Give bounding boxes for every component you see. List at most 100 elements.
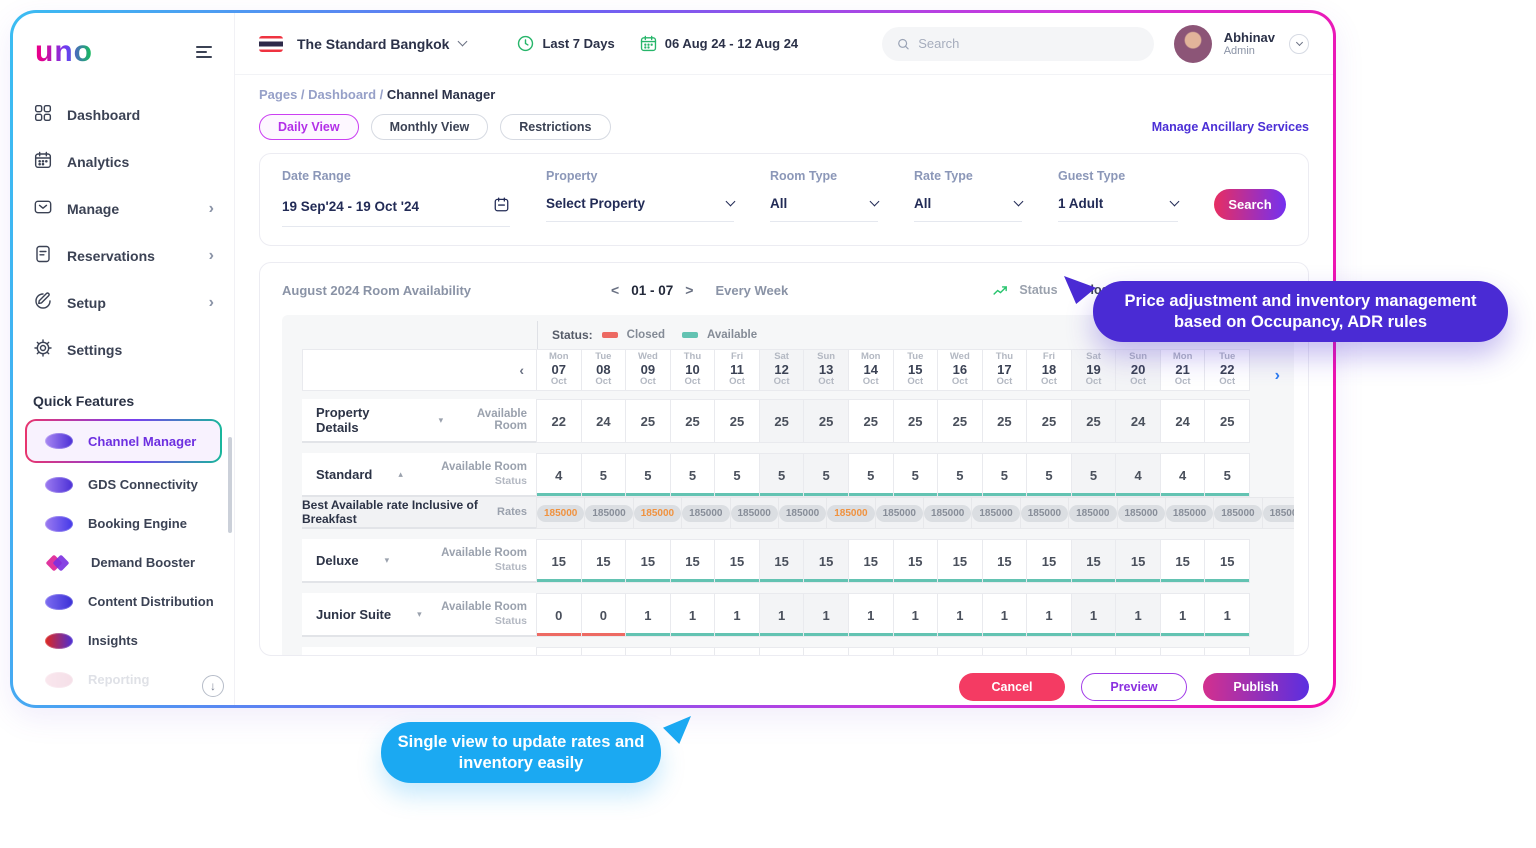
property-cell-12[interactable]: 25: [759, 399, 805, 443]
standard-cell-14[interactable]: 5: [848, 453, 894, 497]
caret-icon[interactable]: ▾: [385, 555, 390, 566]
filter-value-guest-type[interactable]: 1 Adult: [1058, 196, 1178, 222]
rate-cell-08[interactable]: 185000: [584, 497, 633, 529]
deluxe-cell-13[interactable]: 15: [803, 539, 849, 583]
junior-cell-11[interactable]: 1: [714, 593, 760, 637]
rate-cell-18[interactable]: 185000: [1068, 497, 1117, 529]
quick-feature-insights[interactable]: Insights: [13, 621, 234, 660]
property-cell-19[interactable]: 25: [1071, 399, 1117, 443]
cancel-button[interactable]: Cancel: [959, 673, 1065, 701]
property-cell-08[interactable]: 24: [581, 399, 627, 443]
standard-cell-21[interactable]: 4: [1160, 453, 1206, 497]
deluxe-cell-07[interactable]: 15: [536, 539, 582, 583]
avatar[interactable]: [1174, 25, 1212, 63]
property-cell-20[interactable]: 24: [1115, 399, 1161, 443]
standard-cell-15[interactable]: 5: [893, 453, 939, 497]
junior-cell-08[interactable]: 0: [581, 593, 627, 637]
standard-cell-08[interactable]: 5: [581, 453, 627, 497]
deluxe-cell-22[interactable]: 15: [1204, 539, 1250, 583]
junior-cell-12[interactable]: 1: [759, 593, 805, 637]
deluxe-cell-17[interactable]: 15: [982, 539, 1028, 583]
deluxe-cell-10[interactable]: 15: [670, 539, 716, 583]
deluxe-cell-21[interactable]: 15: [1160, 539, 1206, 583]
header-date-range[interactable]: 06 Aug 24 - 12 Aug 24: [639, 34, 798, 53]
quick-feature-gds-connectivity[interactable]: GDS Connectivity: [13, 465, 234, 504]
rate-cell-09[interactable]: 185000: [633, 497, 682, 529]
tab-daily-view[interactable]: Daily View: [259, 114, 359, 140]
quick-feature-reporting[interactable]: Reporting: [13, 660, 234, 699]
standard-cell-17[interactable]: 5: [982, 453, 1028, 497]
standard-cell-18[interactable]: 5: [1026, 453, 1072, 497]
standard-cell-12[interactable]: 5: [759, 453, 805, 497]
property-cell-22[interactable]: 25: [1204, 399, 1250, 443]
filter-value-property[interactable]: Select Property: [546, 196, 734, 222]
quick-feature-content-distribution[interactable]: Content Distribution: [13, 582, 234, 621]
menu-toggle-icon[interactable]: [196, 43, 212, 61]
rate-cell-17[interactable]: 185000: [1020, 497, 1069, 529]
rate-cell-11[interactable]: 185000: [730, 497, 779, 529]
property-cell-13[interactable]: 25: [803, 399, 849, 443]
rate-cell-19[interactable]: 185000: [1117, 497, 1166, 529]
search-button[interactable]: Search: [1214, 189, 1286, 220]
property-cell-17[interactable]: 25: [982, 399, 1028, 443]
deluxe-cell-18[interactable]: 15: [1026, 539, 1072, 583]
rate-cell-10[interactable]: 185000: [681, 497, 730, 529]
property-cell-14[interactable]: 25: [848, 399, 894, 443]
deluxe-cell-12[interactable]: 15: [759, 539, 805, 583]
deluxe-cell-11[interactable]: 15: [714, 539, 760, 583]
deluxe-cell-09[interactable]: 15: [625, 539, 671, 583]
property-cell-10[interactable]: 25: [670, 399, 716, 443]
quick-feature-demand-booster[interactable]: Demand Booster: [13, 543, 234, 582]
pager-prev-button[interactable]: <: [611, 282, 619, 298]
property-cell-21[interactable]: 24: [1160, 399, 1206, 443]
search-input[interactable]: [918, 36, 1139, 51]
standard-cell-10[interactable]: 5: [670, 453, 716, 497]
filter-value-rate-type[interactable]: All: [914, 196, 1022, 222]
tab-restrictions[interactable]: Restrictions: [500, 114, 610, 140]
junior-cell-13[interactable]: 1: [803, 593, 849, 637]
junior-cell-18[interactable]: 1: [1026, 593, 1072, 637]
scroll-down-button[interactable]: ↓: [202, 675, 224, 697]
manage-ancillary-link[interactable]: Manage Ancillary Services: [1152, 120, 1309, 134]
deluxe-cell-19[interactable]: 15: [1071, 539, 1117, 583]
user-menu-button[interactable]: [1289, 34, 1309, 54]
rate-cell-13[interactable]: 185000: [826, 497, 875, 529]
sidebar-item-manage[interactable]: Manage›: [13, 185, 234, 232]
junior-cell-20[interactable]: 1: [1115, 593, 1161, 637]
rate-cell-12[interactable]: 185000: [778, 497, 827, 529]
breadcrumb-pages[interactable]: Pages: [259, 87, 297, 102]
caret-icon[interactable]: ▴: [398, 469, 403, 480]
deluxe-cell-15[interactable]: 15: [893, 539, 939, 583]
quick-feature-channel-manager[interactable]: Channel Manager: [25, 419, 222, 463]
deluxe-cell-14[interactable]: 15: [848, 539, 894, 583]
junior-cell-19[interactable]: 1: [1071, 593, 1117, 637]
grid-prev-arrow[interactable]: ‹: [519, 362, 524, 378]
rate-cell-14[interactable]: 185000: [875, 497, 924, 529]
deluxe-cell-08[interactable]: 15: [581, 539, 627, 583]
quick-feature-booking-engine[interactable]: Booking Engine: [13, 504, 234, 543]
deluxe-cell-20[interactable]: 15: [1115, 539, 1161, 583]
next-week-arrow[interactable]: ›: [1275, 367, 1280, 385]
tab-monthly-view[interactable]: Monthly View: [371, 114, 489, 140]
sidebar-item-setup[interactable]: Setup›: [13, 279, 234, 326]
sidebar-item-reservations[interactable]: Reservations›: [13, 232, 234, 279]
property-cell-07[interactable]: 22: [536, 399, 582, 443]
property-cell-09[interactable]: 25: [625, 399, 671, 443]
standard-cell-11[interactable]: 5: [714, 453, 760, 497]
junior-cell-15[interactable]: 1: [893, 593, 939, 637]
preview-button[interactable]: Preview: [1081, 673, 1187, 701]
junior-cell-17[interactable]: 1: [982, 593, 1028, 637]
rate-cell-20[interactable]: 185000: [1165, 497, 1214, 529]
junior-cell-16[interactable]: 1: [937, 593, 983, 637]
property-selector[interactable]: The Standard Bangkok: [297, 36, 449, 52]
breadcrumb-dashboard[interactable]: Dashboard: [308, 87, 376, 102]
sidebar-item-settings[interactable]: Settings: [13, 326, 234, 373]
deluxe-cell-16[interactable]: 15: [937, 539, 983, 583]
standard-cell-09[interactable]: 5: [625, 453, 671, 497]
rate-cell-15[interactable]: 185000: [923, 497, 972, 529]
rate-cell-07[interactable]: 185000: [536, 497, 585, 529]
property-cell-15[interactable]: 25: [893, 399, 939, 443]
sidebar-item-dashboard[interactable]: Dashboard: [13, 91, 234, 138]
standard-cell-22[interactable]: 5: [1204, 453, 1250, 497]
junior-cell-14[interactable]: 1: [848, 593, 894, 637]
